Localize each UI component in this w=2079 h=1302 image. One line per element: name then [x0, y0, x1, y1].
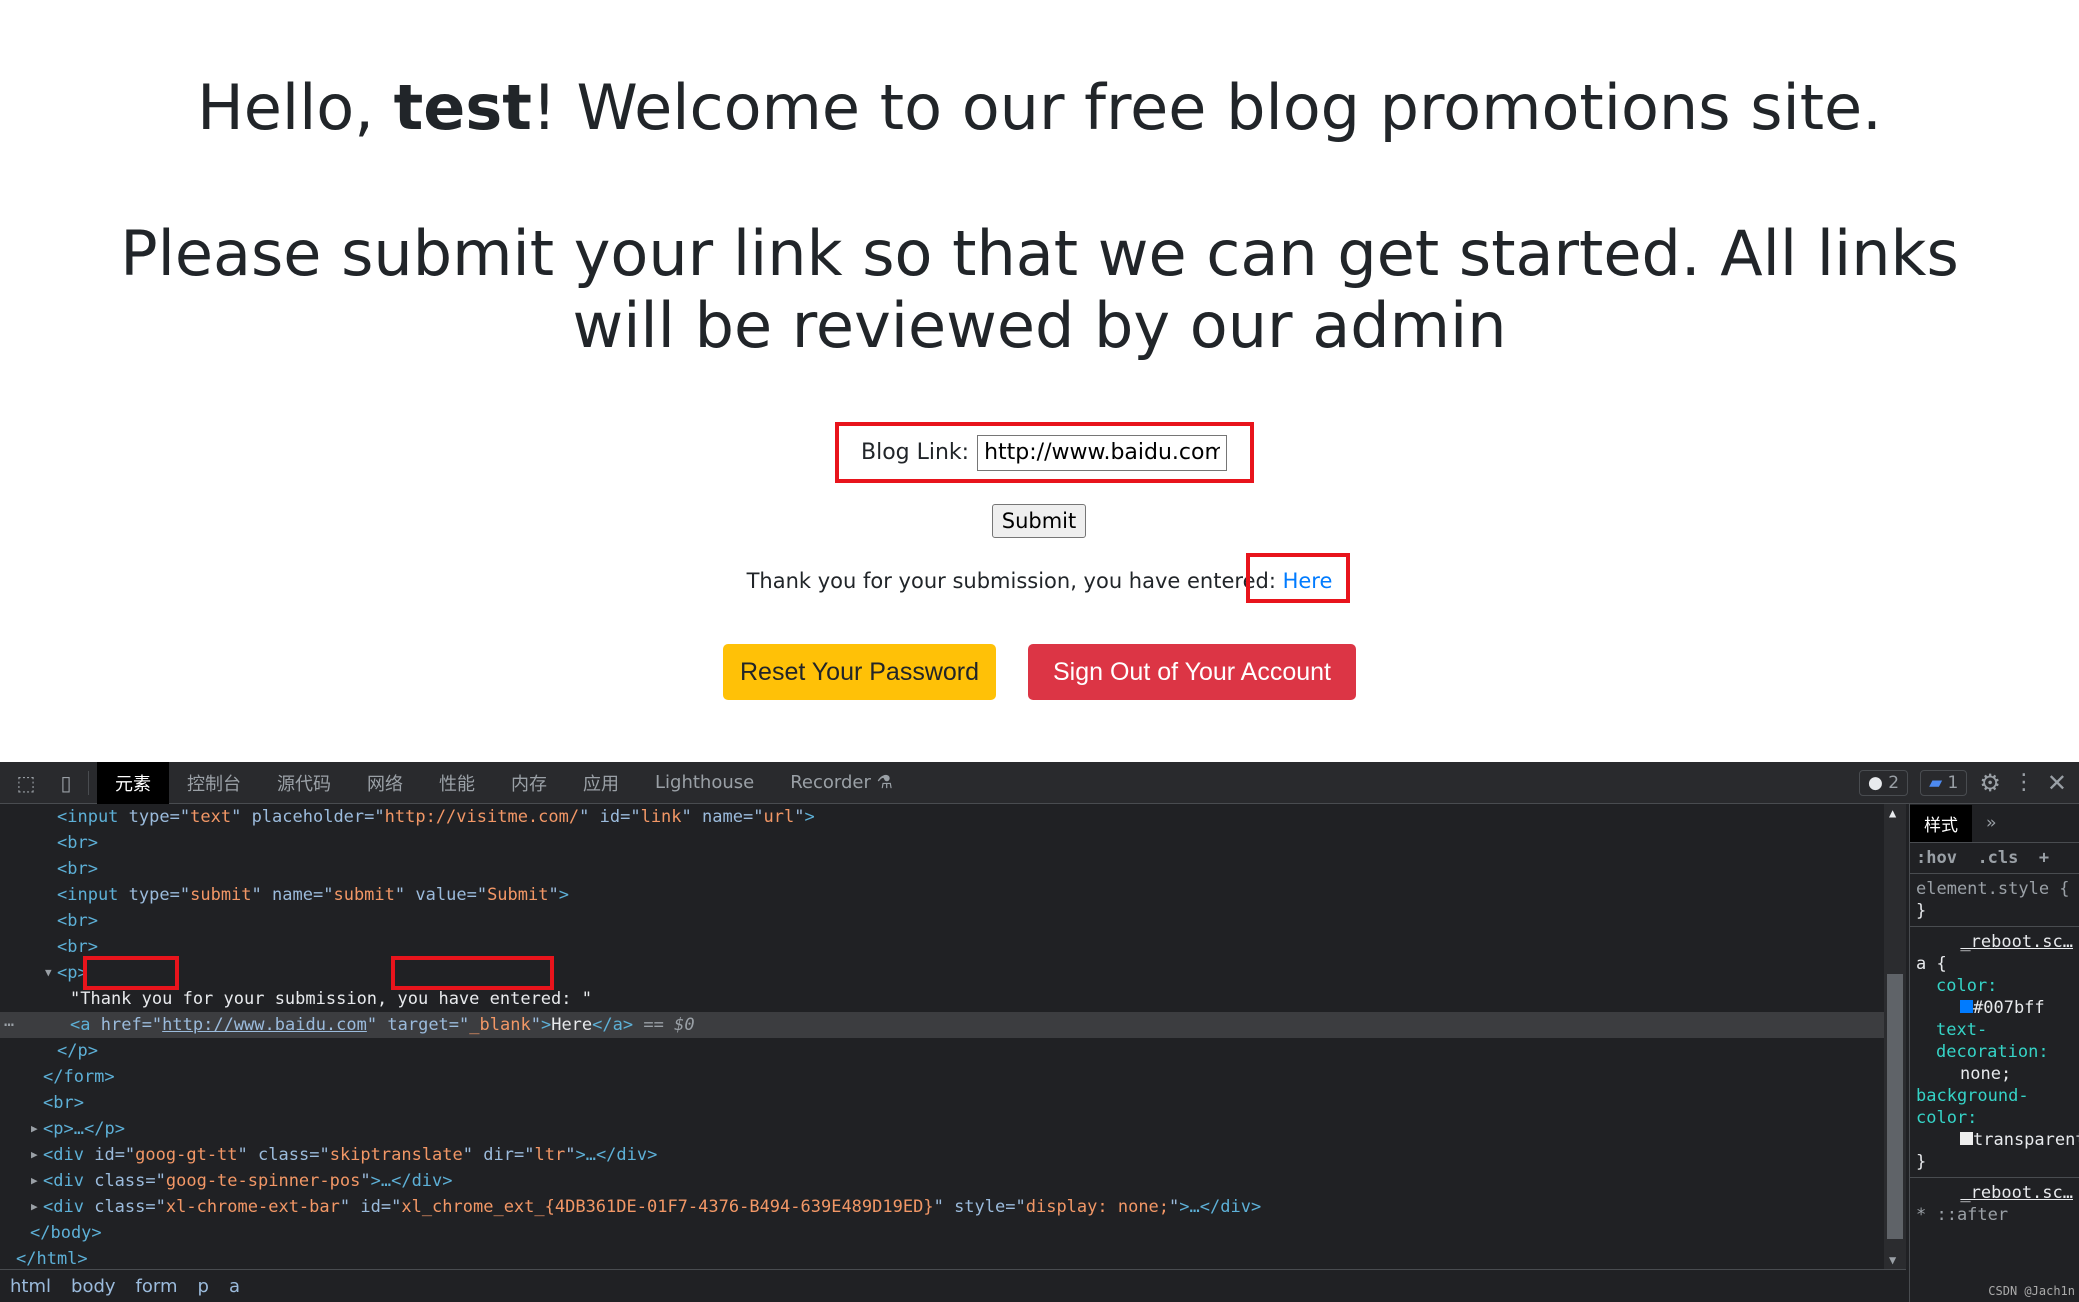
background-color-value: transparent [1973, 1130, 2079, 1150]
circle-icon: ● [1867, 772, 1883, 793]
issues-count: 2 [1888, 772, 1900, 793]
recorder-label: Recorder [790, 772, 871, 793]
reset-password-button[interactable]: Reset Your Password [723, 644, 996, 700]
message-icon: ▰ [1929, 772, 1943, 793]
rule-selector: a { [1916, 954, 1947, 974]
blog-link-form-highlight: Blog Link: [835, 422, 1254, 483]
cls-toggle[interactable]: .cls [1977, 848, 2018, 868]
code-line[interactable]: ▼ <p> [0, 960, 1884, 986]
code-line[interactable]: ▶ <div class="goog-te-spinner-pos">…</div… [0, 1168, 1884, 1194]
code-line[interactable]: <br> [0, 934, 1884, 960]
thanks-text: Thank you for your submission, you have … [746, 569, 1283, 593]
more-dots-icon[interactable]: ⋯ [4, 1012, 14, 1038]
tab-sources[interactable]: 源代码 [259, 762, 349, 804]
greeting-suffix: ! Welcome to our free blog promotions si… [531, 71, 1882, 144]
breadcrumb-body[interactable]: body [71, 1276, 116, 1297]
tab-console[interactable]: 控制台 [169, 762, 259, 804]
flask-icon: ⚗ [876, 772, 893, 793]
style-source-link-2[interactable]: _reboot.sc… [1916, 1182, 2073, 1204]
text-decoration-value: none; [1960, 1064, 2012, 1084]
code-line[interactable]: ▶ <div id="goog-gt-tt" class="skiptransla… [0, 1142, 1884, 1168]
inspect-element-icon[interactable]: ⬚ [12, 769, 40, 797]
elements-tree: <input type="text" placeholder="http://v… [0, 804, 1884, 1269]
submit-button[interactable]: Submit [992, 504, 1086, 538]
code-highlight-box [391, 956, 554, 990]
expand-caret-icon[interactable]: ▶ [31, 1194, 38, 1220]
tab-lighthouse[interactable]: Lighthouse [637, 762, 772, 804]
code-line[interactable]: <input type="submit" name="submit" value… [0, 882, 1884, 908]
more-tabs-icon[interactable]: » [1986, 813, 1996, 833]
style-source-link[interactable]: _reboot.sc… [1916, 931, 2073, 953]
code-line[interactable]: <input type="text" placeholder="http://v… [0, 804, 1884, 830]
code-line[interactable]: "Thank you for your submission, you have… [0, 986, 1884, 1012]
hov-toggle[interactable]: :hov [1916, 848, 1957, 868]
tab-memory[interactable]: 内存 [493, 762, 565, 804]
expand-caret-icon[interactable]: ▼ [45, 960, 52, 986]
color-value: #007bff [1973, 998, 2045, 1018]
expand-caret-icon[interactable]: ▶ [31, 1116, 38, 1142]
tab-performance[interactable]: 性能 [421, 762, 493, 804]
elements-scrollbar[interactable]: ▲ ▼ [1884, 804, 1906, 1269]
expand-caret-icon[interactable]: ▶ [31, 1142, 38, 1168]
watermark: CSDN @Jach1n [1988, 1284, 2075, 1298]
selected-node-line[interactable]: <a href="http://www.baidu.com" target="_… [0, 1012, 1884, 1038]
element-style-selector: element.style { [1916, 879, 2070, 899]
devtools-toolbar: ⬚ ▯ 元素 控制台 源代码 网络 性能 内存 应用 Lighthouse Re… [0, 761, 2079, 804]
breadcrumb-a[interactable]: a [229, 1276, 240, 1297]
link-highlight-box [1246, 553, 1350, 603]
code-line[interactable]: </p> [0, 1038, 1884, 1064]
messages-badge[interactable]: ▰ 1 [1920, 769, 1968, 796]
thanks-message: Thank you for your submission, you have … [0, 566, 2079, 596]
welcome-heading: Hello, test! Welcome to our free blog pr… [0, 72, 2079, 144]
rule-close: } [1916, 1152, 1927, 1172]
breadcrumb: html body form p a [0, 1269, 1906, 1302]
expand-caret-icon[interactable]: ▶ [31, 1168, 38, 1194]
code-line[interactable]: </form> [0, 1064, 1884, 1090]
devtools-panel: ⬚ ▯ 元素 控制台 源代码 网络 性能 内存 应用 Lighthouse Re… [0, 761, 2079, 1302]
settings-gear-icon[interactable]: ⚙ [1979, 769, 2001, 797]
rule-close: } [1916, 901, 1927, 921]
text-decoration-property: text-decoration: [1936, 1020, 2049, 1062]
greeting-prefix: Hello, [197, 71, 394, 144]
code-line[interactable]: ▶ <p>…</p> [0, 1116, 1884, 1142]
tab-styles[interactable]: 样式 [1910, 804, 1972, 842]
tab-elements[interactable]: 元素 [97, 761, 169, 804]
code-line[interactable]: ▶ <div class="xl-chrome-ext-bar" id="xl_c… [0, 1194, 1884, 1220]
subheading: Please submit your link so that we can g… [120, 217, 1959, 362]
close-icon[interactable]: ✕ [2047, 769, 2067, 797]
rule-selector-2: * ::after [1916, 1205, 2009, 1225]
code-line[interactable]: <br> [0, 908, 1884, 934]
breadcrumb-html[interactable]: html [10, 1276, 51, 1297]
device-toggle-icon[interactable]: ▯ [52, 769, 80, 797]
sign-out-button[interactable]: Sign Out of Your Account [1028, 644, 1356, 700]
more-options-icon[interactable]: ⋮ [2013, 770, 2035, 795]
transparent-swatch[interactable] [1960, 1132, 1973, 1145]
breadcrumb-p[interactable]: p [198, 1276, 209, 1297]
tab-network[interactable]: 网络 [349, 762, 421, 804]
messages-count: 1 [1947, 772, 1959, 793]
username: test [393, 71, 532, 144]
blog-link-label: Blog Link: [861, 440, 970, 465]
color-property: color: [1936, 976, 1998, 996]
issues-badge[interactable]: ● 2 [1858, 769, 1909, 796]
tab-application[interactable]: 应用 [565, 762, 637, 804]
code-line[interactable]: <br> [0, 830, 1884, 856]
code-line[interactable]: </body> [0, 1220, 1884, 1246]
add-rule-icon[interactable]: + [2039, 848, 2049, 868]
tab-recorder[interactable]: Recorder ⚗ [772, 762, 911, 804]
code-highlight-box [83, 956, 179, 990]
blog-link-input[interactable] [977, 434, 1228, 471]
color-swatch[interactable] [1960, 1000, 1973, 1013]
code-line[interactable]: </html> [0, 1246, 1884, 1269]
breadcrumb-form[interactable]: form [136, 1276, 178, 1297]
styles-pane: 样式 » :hov .cls + element.style {} _reboot… [1909, 804, 2079, 1302]
code-line[interactable]: <br> [0, 1090, 1884, 1116]
background-color-property: background-color: [1916, 1086, 2029, 1128]
code-line[interactable]: <br> [0, 856, 1884, 882]
